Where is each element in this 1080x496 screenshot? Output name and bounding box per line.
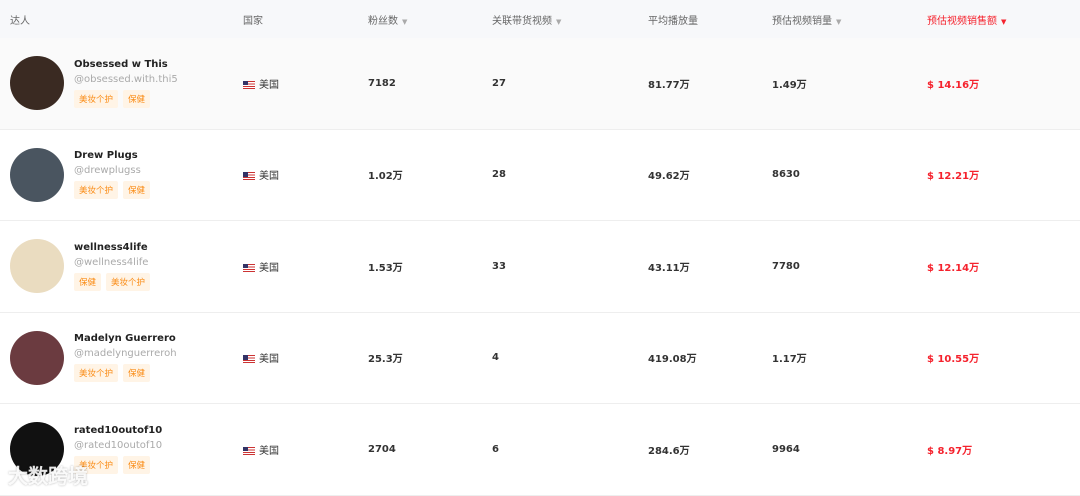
- est-sales: 8630: [772, 169, 800, 181]
- est-revenue: $ 10.55万: [927, 354, 980, 366]
- table-row[interactable]: rated10outof10 @rated10outof10 美妆个护 保健 美国…: [0, 404, 1080, 496]
- avg-views: 81.77万: [648, 79, 690, 91]
- avatar[interactable]: [10, 239, 64, 294]
- country: 美国: [259, 262, 279, 274]
- est-sales: 7780: [772, 260, 800, 272]
- followers: 25.3万: [368, 354, 403, 366]
- avatar[interactable]: [10, 330, 64, 385]
- category-tag: 保健: [123, 181, 151, 200]
- sort-icon: ▼: [1001, 17, 1007, 26]
- category-tag: 美妆个护: [74, 181, 119, 200]
- header-videos[interactable]: 关联带货视频 ▼: [492, 12, 648, 27]
- est-sales: 9964: [772, 443, 800, 455]
- country: 美国: [259, 171, 279, 183]
- influencer-handle: @obsessed.with.thi5: [74, 73, 178, 85]
- header-label: 关联带货视频: [492, 15, 552, 27]
- sort-icon: ▼: [556, 17, 562, 26]
- watermark: 大数跨境: [8, 464, 88, 488]
- followers: 2704: [368, 443, 396, 455]
- videos: 27: [492, 77, 506, 89]
- table-row[interactable]: Obsessed w This @obsessed.with.thi5 美妆个护…: [0, 38, 1080, 130]
- influencer-name[interactable]: Obsessed w This: [74, 59, 178, 70]
- est-revenue: $ 14.16万: [927, 79, 980, 91]
- videos: 28: [492, 169, 506, 181]
- header-avg-views: 平均播放量: [648, 15, 698, 27]
- category-tag: 保健: [123, 364, 151, 383]
- header-followers[interactable]: 粉丝数 ▼: [368, 12, 492, 27]
- followers: 1.02万: [368, 171, 403, 183]
- table-header: 达人 国家 粉丝数 ▼ 关联带货视频 ▼ 平均播放量 预估视频销量 ▼ 预估视频销售额…: [0, 0, 1080, 38]
- sort-icon: ▼: [402, 17, 408, 26]
- influencer-handle: @wellness4life: [74, 256, 149, 268]
- header-label: 预估视频销量: [772, 15, 832, 27]
- table-row[interactable]: wellness4life @wellness4life 保健 美妆个护 美国 1…: [0, 221, 1080, 313]
- avg-views: 49.62万: [648, 171, 690, 183]
- country: 美国: [259, 445, 279, 457]
- est-revenue: $ 12.21万: [927, 171, 980, 183]
- influencer-cell: Madelyn Guerrero @madelynguerreroh 美妆个护保…: [0, 330, 243, 385]
- followers: 1.53万: [368, 262, 403, 274]
- category-tag: 美妆个护: [74, 364, 119, 383]
- videos: 6: [492, 443, 499, 455]
- est-revenue: $ 8.97万: [927, 445, 973, 457]
- sort-icon: ▼: [836, 17, 842, 26]
- category-tag: 保健: [123, 89, 151, 108]
- table-row[interactable]: Madelyn Guerrero @madelynguerreroh 美妆个护保…: [0, 313, 1080, 404]
- influencer-name[interactable]: Drew Plugs: [74, 150, 155, 161]
- header-label: 预估视频销售额: [927, 15, 997, 27]
- header-country: 国家: [243, 15, 263, 27]
- influencer-handle: @rated10outof10: [74, 439, 163, 451]
- avg-views: 43.11万: [648, 262, 690, 274]
- header-label: 粉丝数: [368, 15, 398, 27]
- influencer-cell: Drew Plugs @drewplugss 美妆个护 保健: [0, 147, 243, 202]
- influencer-cell: wellness4life @wellness4life 保健 美妆个护: [0, 239, 243, 294]
- avatar[interactable]: [10, 147, 64, 202]
- header-est-sales[interactable]: 预估视频销量 ▼: [772, 12, 927, 27]
- us-flag-icon: [243, 355, 255, 364]
- category-tag: 保健: [74, 272, 102, 291]
- influencer-name[interactable]: Madelyn Guerrero: [74, 333, 177, 344]
- us-flag-icon: [243, 172, 255, 181]
- header-est-revenue[interactable]: 预估视频销售额 ▼: [927, 12, 1080, 27]
- influencer-handle: @drewplugss: [74, 165, 141, 177]
- videos: 33: [492, 260, 506, 272]
- avatar[interactable]: [10, 56, 64, 111]
- country: 美国: [259, 79, 279, 91]
- category-tag: 保健: [123, 455, 151, 474]
- videos: 4: [492, 352, 499, 364]
- header-influencer: 达人: [10, 15, 30, 27]
- est-revenue: $ 12.14万: [927, 262, 980, 274]
- influencer-handle: @madelynguerreroh: [74, 348, 177, 360]
- followers: 7182: [368, 77, 396, 89]
- avg-views: 419.08万: [648, 354, 697, 366]
- est-sales: 1.17万: [772, 354, 807, 366]
- influencer-name[interactable]: wellness4life: [74, 242, 155, 253]
- influencer-cell: Obsessed w This @obsessed.with.thi5 美妆个护…: [0, 56, 243, 111]
- country: 美国: [259, 354, 279, 366]
- us-flag-icon: [243, 263, 255, 272]
- est-sales: 1.49万: [772, 79, 807, 91]
- category-tag: 美妆个护: [74, 89, 119, 108]
- category-tag: 美妆个护: [106, 272, 151, 291]
- influencer-name[interactable]: rated10outof10: [74, 425, 162, 436]
- avg-views: 284.6万: [648, 445, 690, 457]
- table-row[interactable]: Drew Plugs @drewplugss 美妆个护 保健 美国 1.02万 2…: [0, 130, 1080, 221]
- us-flag-icon: [243, 446, 255, 455]
- us-flag-icon: [243, 80, 255, 89]
